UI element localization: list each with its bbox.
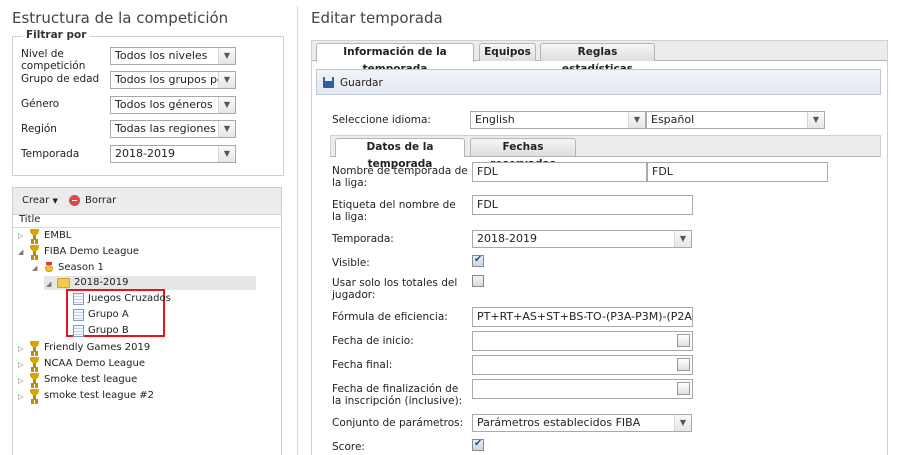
expand-icon[interactable]: ▷: [18, 232, 23, 240]
tree-item-friendly-games[interactable]: Friendly Games 2019: [44, 341, 150, 355]
chevron-down-icon: ▼: [218, 146, 235, 162]
league-name-es-input[interactable]: FDL: [647, 162, 828, 182]
visible-checkbox[interactable]: [472, 254, 484, 267]
region-label: Región: [21, 123, 57, 135]
chevron-down-icon: ▼: [628, 112, 645, 128]
tab-stat-rules[interactable]: Reglas estadísticas: [540, 43, 655, 75]
efficiency-input[interactable]: PT+RT+AS+ST+BS-TO-(P3A-P3M)-(P2A-P2M: [472, 307, 693, 327]
gender-label: Género: [21, 98, 60, 110]
trophy-icon: [30, 341, 39, 352]
language-select-1[interactable]: English ▼: [470, 111, 646, 129]
score-checkbox[interactable]: [472, 438, 484, 451]
tree-item-fiba-demo-league[interactable]: FIBA Demo League: [44, 245, 139, 259]
chevron-down-icon: ▼: [218, 72, 235, 88]
tree-item-juegos-cruzados[interactable]: Juegos Cruzados: [88, 292, 171, 306]
league-tag-label: Etiqueta del nombre de la liga:: [332, 199, 456, 223]
calendar-icon[interactable]: [677, 382, 690, 395]
chevron-down-icon: ▼: [674, 415, 691, 431]
end-date-label: Fecha final:: [332, 359, 393, 371]
totals-only-checkbox[interactable]: [472, 275, 484, 287]
level-select[interactable]: Todos los niveles ▼: [110, 47, 236, 65]
tab-teams[interactable]: Equipos: [479, 43, 536, 61]
tree-item-ncaa-demo-league[interactable]: NCAA Demo League: [44, 357, 145, 371]
league-name-en-input[interactable]: FDL: [472, 162, 647, 182]
folder-icon: [57, 278, 70, 288]
league-name-label: Nombre de temporada de la liga:: [332, 165, 468, 189]
trophy-icon: [30, 389, 39, 400]
calendar-icon[interactable]: [677, 358, 690, 371]
collapse-icon[interactable]: ◢: [46, 280, 51, 288]
subtab-reserved-dates[interactable]: Fechas reservadas: [470, 138, 576, 170]
tree-item-grupo-a[interactable]: Grupo A: [88, 308, 129, 322]
age-group-select[interactable]: Todos los grupos por ▼: [110, 71, 236, 89]
create-menu-button[interactable]: Crear ▼: [22, 195, 58, 206]
chevron-down-icon: ▼: [674, 231, 691, 247]
chevron-down-icon: ▼: [218, 48, 235, 64]
efficiency-label: Fórmula de eficiencia:: [332, 311, 448, 323]
document-icon: [73, 293, 84, 305]
calendar-icon[interactable]: [677, 334, 690, 347]
tree-item-season-1[interactable]: Season 1: [58, 261, 104, 275]
region-select[interactable]: Todas las regiones ▼: [110, 120, 236, 138]
chevron-down-icon: ▼: [218, 121, 235, 137]
medal-icon: [44, 262, 54, 272]
minus-glyph: [72, 200, 77, 201]
save-icon-label-area: [325, 77, 332, 81]
save-button[interactable]: Guardar: [340, 77, 383, 89]
left-panel-title: Estructura de la competición: [12, 9, 229, 27]
collapse-icon[interactable]: ◢: [32, 264, 37, 272]
season-select[interactable]: 2018-2019 ▼: [472, 230, 692, 248]
subtab-season-data[interactable]: Datos de la temporada: [335, 138, 465, 170]
params-label: Conjunto de parámetros:: [332, 417, 464, 429]
expand-icon[interactable]: ▷: [18, 361, 23, 369]
score-label: Score:: [332, 441, 365, 453]
trophy-icon: [30, 245, 39, 256]
tree-item-embl[interactable]: EMBL: [44, 229, 71, 243]
document-icon: [73, 309, 84, 321]
expand-icon[interactable]: ▷: [18, 393, 23, 401]
language-label: Seleccione idioma:: [332, 114, 431, 126]
delete-button[interactable]: Borrar: [85, 195, 116, 206]
right-panel-title: Editar temporada: [311, 9, 443, 27]
chevron-down-icon: ▼: [218, 97, 235, 113]
caret-down-icon: ▼: [52, 197, 58, 205]
league-tag-input[interactable]: FDL: [472, 195, 693, 215]
level-label: Nivel de competición: [21, 48, 86, 72]
start-date-input[interactable]: [472, 331, 693, 351]
tree-item-grupo-b[interactable]: Grupo B: [88, 324, 129, 338]
gender-select[interactable]: Todos los géneros ▼: [110, 96, 236, 114]
start-date-label: Fecha de inicio:: [332, 335, 414, 347]
tree-item-2018-2019[interactable]: 2018-2019: [74, 276, 129, 290]
age-group-label: Grupo de edad: [21, 73, 100, 85]
tree-item-smoke-test-league[interactable]: Smoke test league: [44, 373, 137, 387]
expand-icon[interactable]: ▷: [18, 345, 23, 353]
trophy-icon: [30, 357, 39, 368]
registration-end-label: Fecha de finalización de la inscripción …: [332, 383, 463, 407]
visible-label: Visible:: [332, 257, 370, 269]
language-select-2[interactable]: Español ▼: [646, 111, 825, 129]
chevron-down-icon: ▼: [807, 112, 824, 128]
panel-divider: [297, 6, 298, 455]
expand-icon[interactable]: ▷: [18, 377, 23, 385]
season-label: Temporada:: [332, 233, 394, 245]
trophy-icon: [30, 373, 39, 384]
season-filter-label: Temporada: [21, 148, 80, 160]
params-select[interactable]: Parámetros establecidos FIBA ▼: [472, 414, 692, 432]
trophy-icon: [30, 229, 39, 240]
filter-legend: Filtrar por: [22, 29, 91, 41]
document-icon: [73, 325, 84, 337]
tree-column-header: Title: [19, 214, 41, 225]
totals-only-label: Usar solo los totales del jugador:: [332, 277, 458, 301]
collapse-icon[interactable]: ◢: [18, 248, 23, 256]
end-date-input[interactable]: [472, 355, 693, 375]
season-filter-select[interactable]: 2018-2019 ▼: [110, 145, 236, 163]
registration-end-input[interactable]: [472, 379, 693, 399]
tree-item-smoke-test-league-2[interactable]: smoke test league #2: [44, 389, 154, 403]
save-toolbar: [316, 69, 881, 95]
